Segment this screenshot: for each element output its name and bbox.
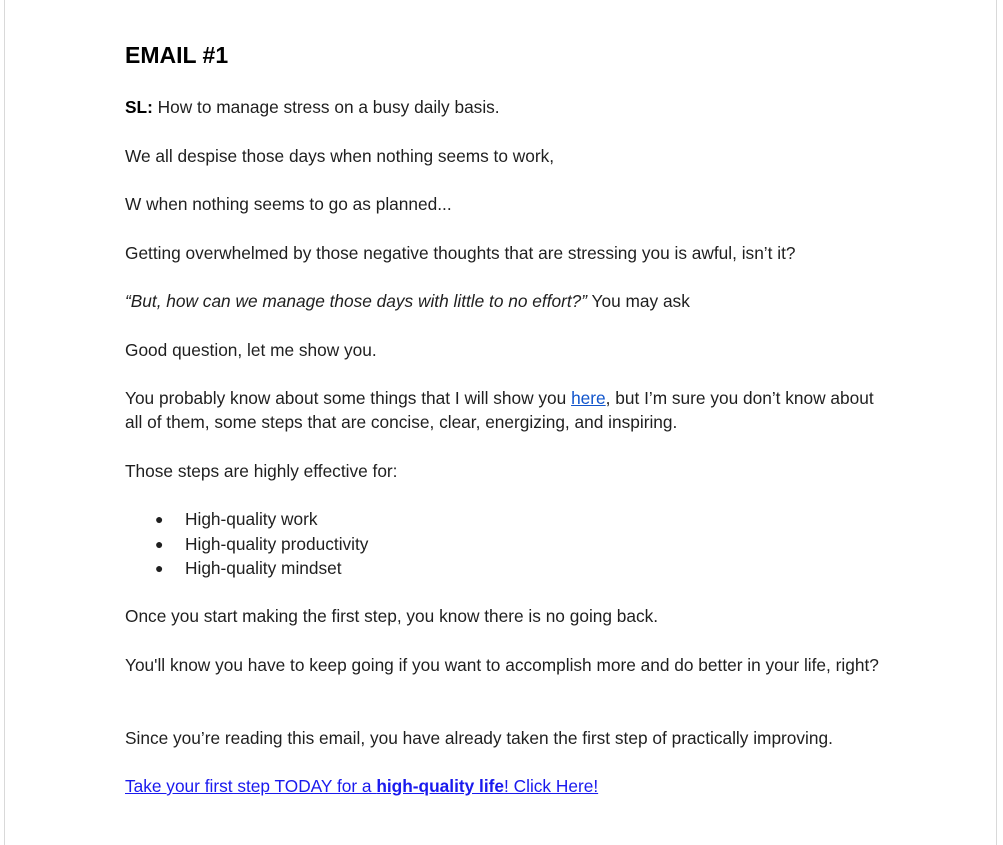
cta-text-before: Take your first step TODAY for a: [125, 776, 377, 796]
paragraph-first-step: Since you’re reading this email, you hav…: [125, 728, 833, 748]
cta-line: Take your first step TODAY for a high-qu…: [125, 774, 885, 798]
paragraph-overwhelmed: Getting overwhelmed by those negative th…: [125, 243, 796, 263]
paragraph-effective-for: Those steps are highly effective for:: [125, 461, 398, 481]
paragraph-despise: We all despise those days when nothing s…: [125, 146, 555, 166]
paragraph-question: “But, how can we manage those days with …: [125, 289, 885, 313]
benefits-list: ● High-quality work ● High-quality product…: [125, 507, 368, 581]
steps-intro-before: You probably know about some things that…: [125, 388, 572, 408]
subject-text: How to manage stress on a busy daily bas…: [152, 97, 500, 117]
paragraph-keep-going: You'll know you have to keep going if yo…: [125, 655, 879, 675]
list-item-text: High-quality mindset: [185, 558, 342, 578]
paragraph-planned: W when nothing seems to go as planned...: [125, 194, 452, 214]
subject-line: SL: How to manage stress on a busy daily…: [125, 95, 885, 119]
bullet-icon: ●: [155, 535, 164, 552]
paragraph-good-question: Good question, let me show you.: [125, 340, 377, 360]
quote-italic: “But, how can we manage those days with …: [125, 291, 588, 311]
list-item-text: High-quality productivity: [185, 533, 369, 554]
bullet-icon: ●: [155, 560, 164, 576]
list-item: ● High-quality productivity: [125, 532, 368, 557]
list-item: ● High-quality work: [125, 507, 368, 532]
document-page: EMAIL #1 SL: How to manage stress on a b…: [4, 0, 997, 845]
cta-text-bold: high-quality life: [376, 776, 505, 796]
subject-label: SL:: [125, 97, 153, 117]
email-title: EMAIL #1: [125, 42, 229, 68]
paragraph-no-going-back: Once you start making the first step, yo…: [125, 606, 659, 626]
here-link[interactable]: here: [571, 388, 606, 408]
cta-text-after: ! Click Here!: [504, 776, 599, 796]
list-item-text: High-quality work: [185, 509, 318, 529]
paragraph-steps-intro: You probably know about some things that…: [125, 386, 885, 434]
list-item: ● High-quality mindset: [125, 556, 368, 581]
cta-link[interactable]: Take your first step TODAY for a high-qu…: [125, 776, 598, 796]
bullet-icon: ●: [155, 511, 164, 527]
quote-rest: You may ask: [587, 291, 690, 311]
